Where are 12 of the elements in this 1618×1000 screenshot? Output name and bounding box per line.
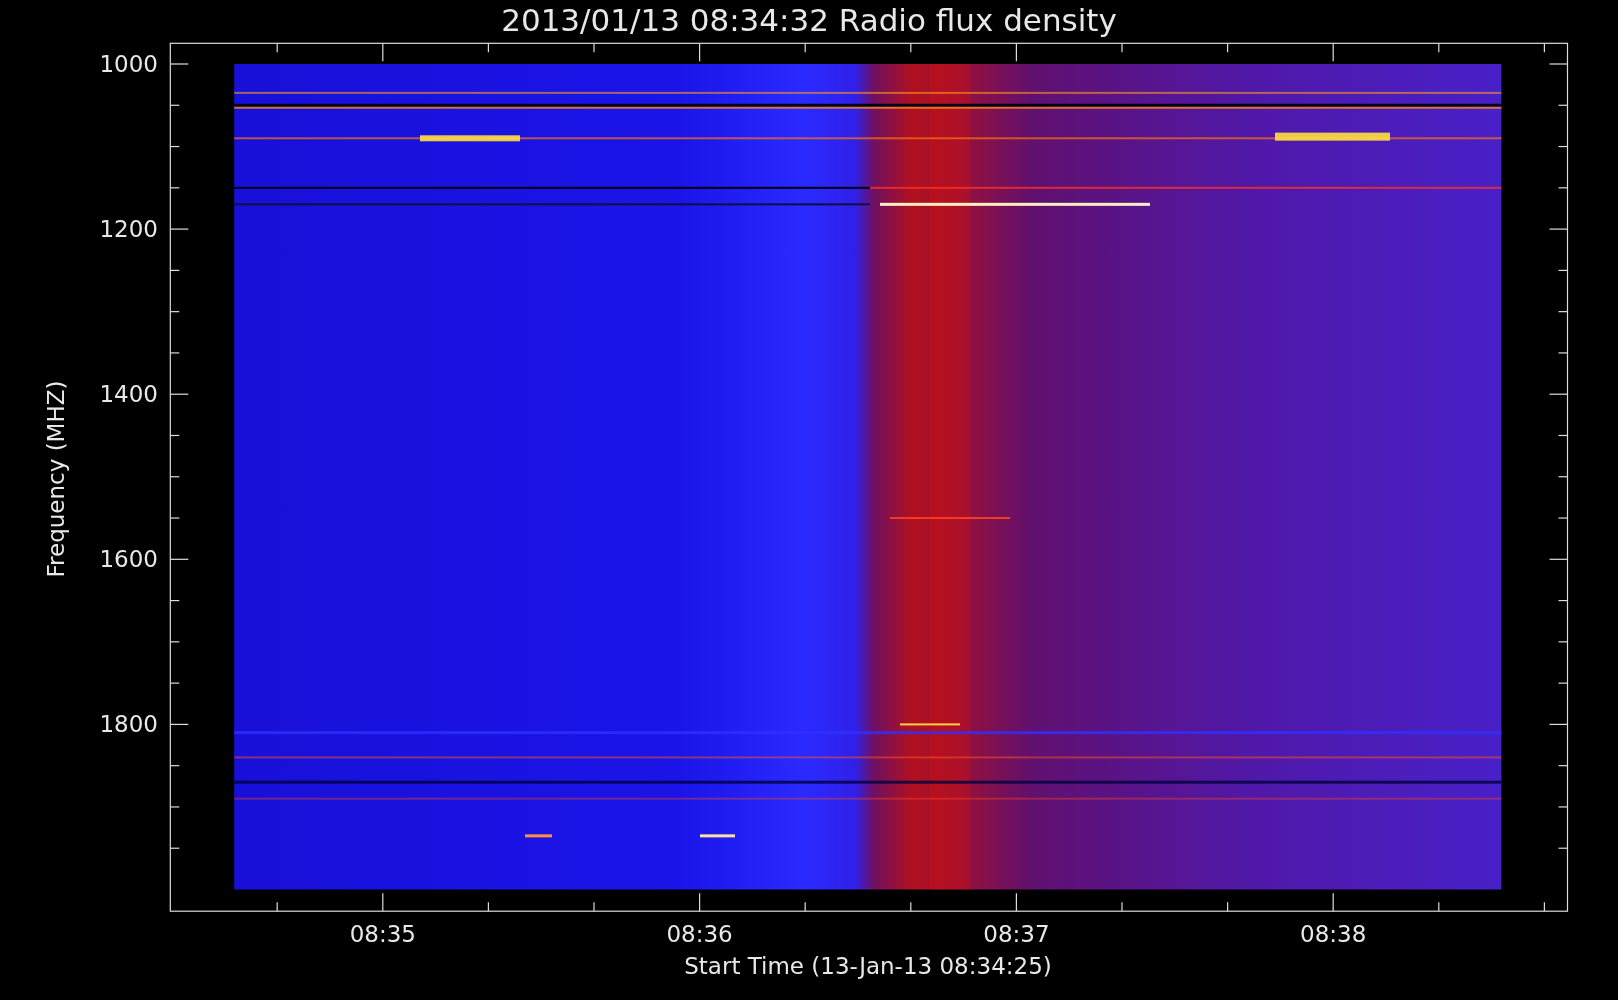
- x-tick-label: 08:37: [983, 921, 1050, 947]
- x-axis-label: Start Time (13-Jan-13 08:34:25): [684, 953, 1052, 979]
- plot-title: 2013/01/13 08:34:32 Radio flux density: [501, 2, 1117, 38]
- x-tick-label: 08:35: [349, 921, 416, 947]
- y-axis-label: Frequency (MHZ): [43, 380, 69, 578]
- y-tick-label: 1000: [99, 51, 158, 77]
- y-tick-label: 1200: [99, 216, 158, 243]
- y-tick-label: 1400: [99, 381, 158, 408]
- x-tick-label: 08:38: [1300, 921, 1367, 947]
- x-tick-label: 08:36: [666, 921, 733, 947]
- y-tick-label: 1600: [99, 546, 158, 573]
- y-tick-label: 1800: [99, 711, 158, 738]
